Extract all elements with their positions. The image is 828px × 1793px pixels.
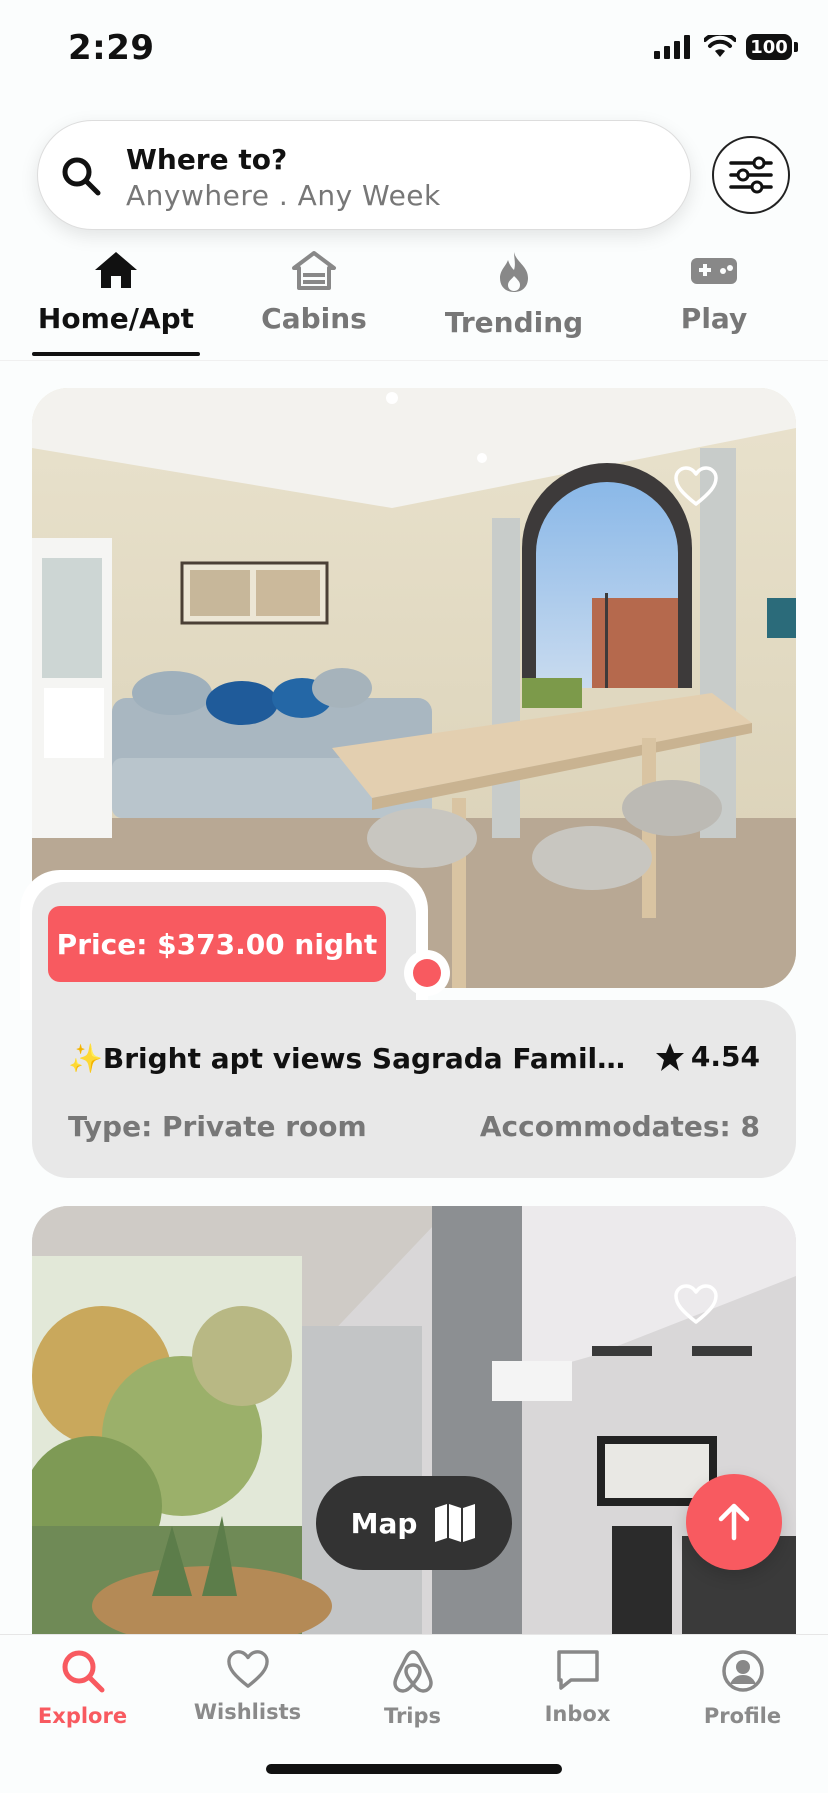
scroll-to-top-button[interactable] — [686, 1474, 782, 1570]
airbnb-logo-icon — [392, 1650, 433, 1693]
status-time: 2:29 — [68, 28, 155, 68]
listing-accommodates: Accommodates: 8 — [479, 1110, 760, 1143]
battery-icon: 100 — [746, 34, 798, 60]
fire-icon — [500, 252, 528, 292]
wifi-icon — [704, 35, 736, 57]
listing-title: ✨Bright apt views Sagrada Familia /... — [68, 1042, 628, 1075]
filter-button[interactable] — [712, 136, 790, 214]
search-title: Where to? — [126, 143, 288, 176]
category-label: Trending — [444, 306, 584, 339]
tab-trips[interactable]: Trips — [330, 1648, 495, 1728]
search-subtitle: Anywhere . Any Week — [126, 179, 441, 212]
search-icon — [62, 1650, 104, 1693]
wishlist-heart-icon[interactable] — [672, 464, 720, 508]
tab-label: Profile — [703, 1704, 782, 1728]
active-category-underline — [32, 352, 200, 356]
listing-photo[interactable] — [32, 1206, 796, 1636]
tab-wishlists[interactable]: Wishlists — [165, 1648, 330, 1724]
category-home-apt[interactable]: Home/Apt — [26, 250, 206, 335]
map-button[interactable]: Map — [316, 1476, 512, 1570]
listing-rating: 4.54 — [655, 1040, 760, 1073]
indicator-dot — [413, 959, 441, 987]
category-play[interactable]: Play — [624, 250, 804, 335]
tab-label: Trips — [383, 1704, 442, 1728]
tab-label: Inbox — [544, 1702, 611, 1726]
listing-info-panel[interactable] — [32, 1000, 796, 1178]
gamepad-icon — [691, 258, 737, 284]
profile-icon — [721, 1650, 764, 1692]
category-divider — [0, 360, 828, 361]
heart-icon — [226, 1650, 269, 1688]
listing-image — [32, 1206, 796, 1636]
category-trending[interactable]: Trending — [424, 250, 604, 339]
battery-level: 100 — [750, 36, 788, 58]
home-indicator — [266, 1764, 562, 1774]
search-bar[interactable]: Where to? Anywhere . Any Week — [37, 120, 691, 230]
house-icon — [95, 252, 137, 288]
category-cabins[interactable]: Cabins — [224, 250, 404, 335]
chat-icon — [556, 1650, 599, 1690]
tab-inbox[interactable]: Inbox — [495, 1648, 660, 1726]
listing-type: Type: Private room — [68, 1110, 367, 1143]
arrow-up-icon — [718, 1503, 750, 1541]
tab-profile[interactable]: Profile — [660, 1648, 825, 1728]
tab-label: Explore — [37, 1704, 128, 1728]
star-icon — [655, 1042, 684, 1071]
tab-explore[interactable]: Explore — [0, 1648, 165, 1728]
status-icons: 100 — [654, 34, 798, 60]
rating-value: 4.54 — [690, 1040, 760, 1073]
price-badge: Price: $373.00 night — [48, 906, 386, 982]
category-label: Cabins — [261, 302, 367, 335]
cabin-icon — [292, 251, 336, 290]
search-icon — [62, 157, 101, 196]
category-label: Home/Apt — [37, 302, 195, 335]
map-button-label: Map — [350, 1506, 418, 1540]
category-label: Play — [680, 302, 748, 335]
wishlist-heart-icon[interactable] — [672, 1282, 720, 1326]
map-icon — [435, 1504, 476, 1542]
tab-label: Wishlists — [193, 1700, 302, 1724]
cellular-signal-icon — [654, 35, 690, 59]
sliders-icon — [729, 156, 773, 194]
